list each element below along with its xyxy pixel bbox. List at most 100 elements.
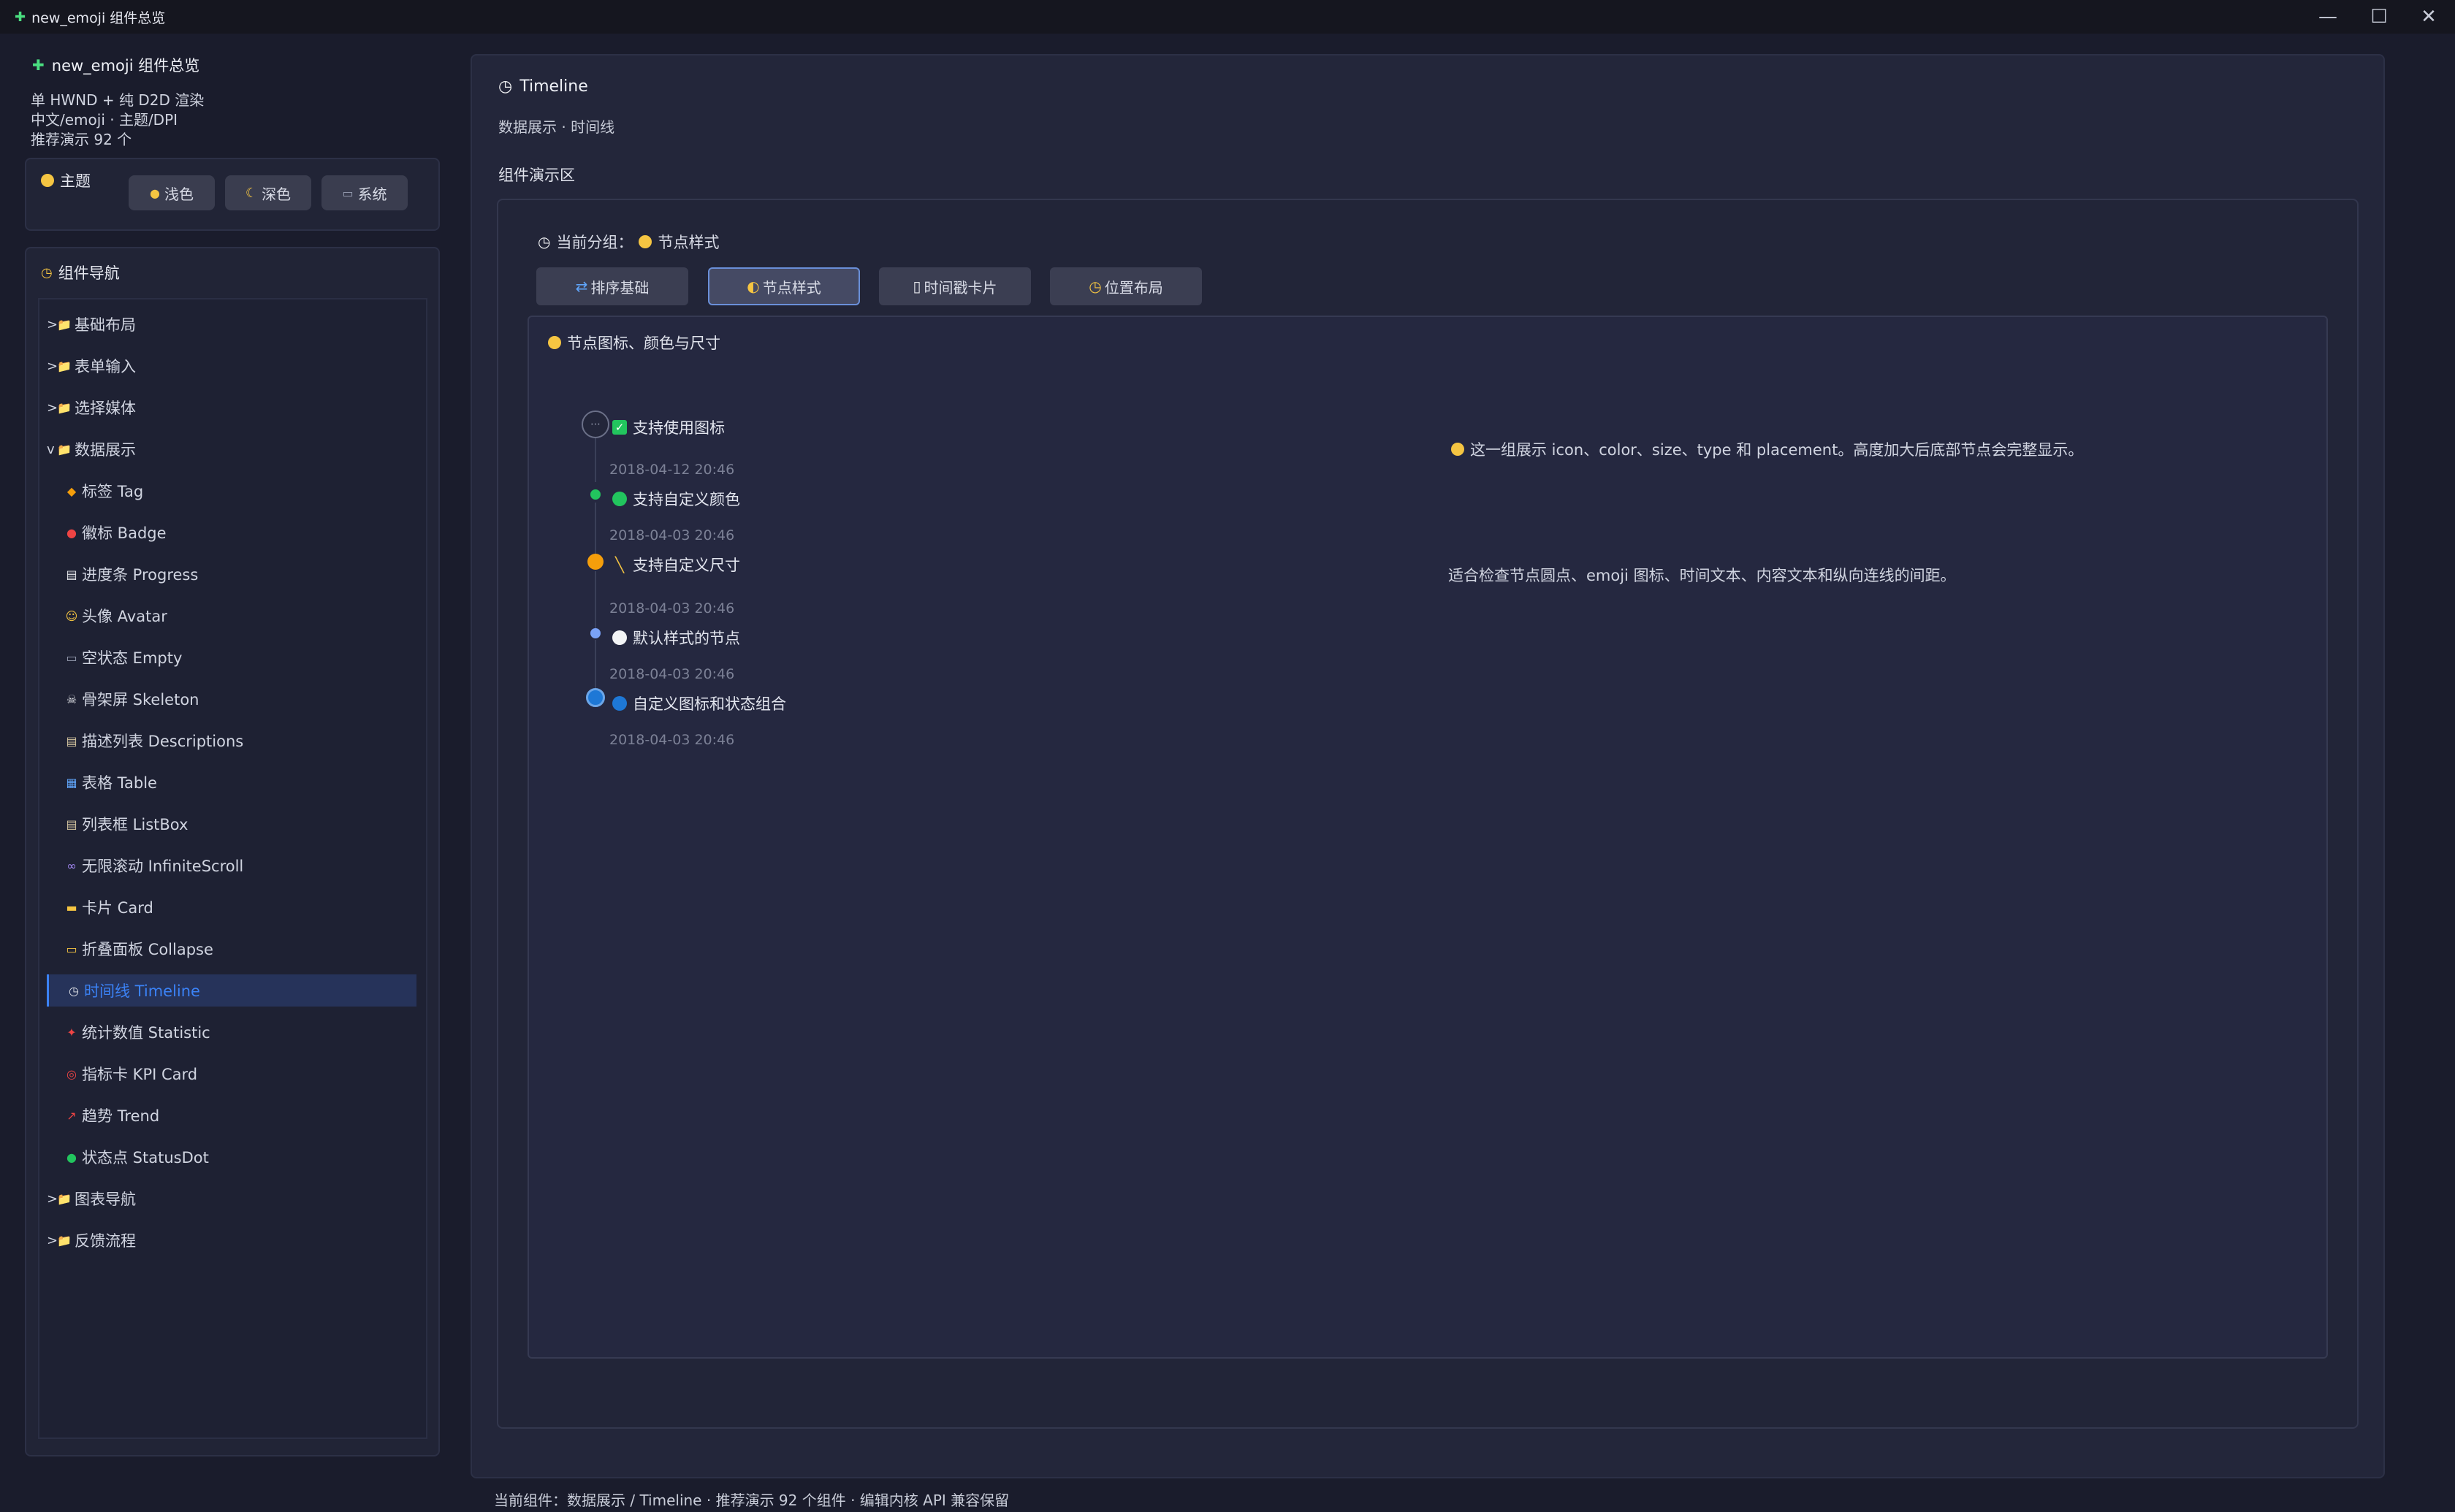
timeline-item: ╲ 支持自定义尺寸: [612, 554, 740, 576]
credit-card-icon: ▬: [66, 900, 77, 915]
white-circle-icon: [612, 630, 627, 645]
nav-group-chart-nav[interactable]: > 📁 图表导航: [47, 1183, 416, 1215]
timeline-item-time: 2018-04-12 20:46: [609, 462, 735, 478]
nav-item-label: 指标卡 KPI Card: [82, 1066, 198, 1083]
nav-item-label: 图表导航: [75, 1191, 136, 1208]
card-title: 节点图标、颜色与尺寸: [548, 332, 720, 354]
nav-item-label: 基础布局: [75, 316, 136, 334]
folder-icon: 📁: [57, 359, 72, 373]
page-title-text: Timeline: [519, 77, 588, 96]
maximize-button[interactable]: ☐: [2357, 3, 2401, 31]
nav-item-skeleton[interactable]: ☠ 骨架屏 Skeleton: [47, 683, 416, 715]
shuffle-icon: ⇄: [575, 278, 588, 295]
minimize-button[interactable]: —: [2306, 3, 2350, 31]
nav-item-infinitescroll[interactable]: ∞ 无限滚动 InfiniteScroll: [47, 849, 416, 882]
nav-item-table[interactable]: ▦ 表格 Table: [47, 766, 416, 798]
nav-group-data-display[interactable]: v 📁 数据展示: [47, 433, 416, 465]
tab-node-style[interactable]: ◐ 节点样式: [708, 267, 860, 305]
nav-group-form-input[interactable]: > 📁 表单输入: [47, 350, 416, 382]
theme-system-button[interactable]: ▭ 系统: [321, 175, 408, 210]
nav-item-empty[interactable]: ▭ 空状态 Empty: [47, 641, 416, 673]
folder-icon: 📁: [57, 1233, 72, 1248]
nav-item-statistic[interactable]: ✦ 统计数值 Statistic: [47, 1016, 416, 1048]
timeline-item-time: 2018-04-03 20:46: [609, 732, 735, 748]
close-button[interactable]: ✕: [2407, 3, 2451, 31]
tab-label: 节点样式: [762, 278, 821, 297]
timeline-card: [528, 316, 2328, 1359]
app-header-text: new_emoji 组件总览: [51, 57, 200, 75]
tab-sort-basic[interactable]: ⇄ 排序基础: [536, 267, 688, 305]
nav-item-trend[interactable]: ↗ 趋势 Trend: [47, 1099, 416, 1131]
folder-icon: 📁: [57, 400, 72, 415]
theme-dark-button[interactable]: ☾ 深色: [225, 175, 311, 210]
ruler-icon: ╲: [614, 556, 625, 573]
mailbox-icon: ▭: [66, 650, 77, 665]
chevron-right-icon: >: [47, 1191, 58, 1207]
demo-area-label: 组件演示区: [498, 167, 575, 184]
green-circle-icon: ●: [66, 1150, 77, 1164]
monitor-icon: ▭: [342, 186, 354, 200]
note-text: 这一组展示 icon、color、size、type 和 placement。高…: [1451, 438, 2083, 460]
current-group: ◷ 当前分组： 节点样式: [538, 231, 719, 253]
page-title: ◷ Timeline: [498, 77, 588, 96]
app-info-line: 中文/emoji · 主题/DPI: [31, 111, 178, 129]
nav-item-label: 无限滚动 InfiniteScroll: [82, 858, 244, 875]
timeline-node-icon: ⋯: [582, 411, 609, 438]
nav-item-kpi-card[interactable]: ◎ 指标卡 KPI Card: [47, 1058, 416, 1090]
nav-item-label: 头像 Avatar: [82, 608, 167, 625]
theme-title-text: 主题: [60, 172, 91, 190]
chevron-right-icon: >: [47, 358, 58, 374]
clipboard-icon: ▤: [66, 733, 77, 748]
nav-item-collapse[interactable]: ▭ 折叠面板 Collapse: [47, 933, 416, 965]
nav-item-progress[interactable]: ▤ 进度条 Progress: [47, 558, 416, 590]
app-info-line: 单 HWND + 纯 D2D 渲染: [31, 91, 205, 109]
chevron-right-icon: >: [47, 1232, 58, 1248]
clock-icon: ◷: [69, 983, 79, 998]
nav-item-tag[interactable]: ◆ 标签 Tag: [47, 475, 416, 507]
timeline-connector: [595, 640, 596, 695]
nav-item-listbox[interactable]: ▤ 列表框 ListBox: [47, 808, 416, 840]
page-subtitle: 数据展示 · 时间线: [498, 118, 615, 136]
note-text: 适合检查节点圆点、emoji 图标、时间文本、内容文本和纵向连线的间距。: [1448, 564, 1956, 586]
theme-light-button[interactable]: ● 浅色: [129, 175, 215, 210]
status-bar: 当前组件：数据展示 / Timeline · 推荐演示 92 个组件 · 编辑内…: [494, 1492, 1010, 1509]
tab-position-layout[interactable]: ◷ 位置布局: [1050, 267, 1202, 305]
nav-item-label: 标签 Tag: [82, 483, 144, 500]
timeline-item-time: 2018-04-03 20:46: [609, 527, 735, 543]
app-logo-icon: ✚: [32, 56, 45, 74]
nav-item-badge[interactable]: ● 徽标 Badge: [47, 516, 416, 549]
nav-title-text: 组件导航: [58, 264, 120, 282]
nav-group-select-media[interactable]: > 📁 选择媒体: [47, 392, 416, 424]
nav-item-statusdot[interactable]: ● 状态点 StatusDot: [47, 1141, 416, 1173]
nav-item-label: 表单输入: [75, 358, 136, 375]
card-icon: ▯: [913, 278, 921, 295]
nav-item-descriptions[interactable]: ▤ 描述列表 Descriptions: [47, 725, 416, 757]
timeline-item-content: 支持使用图标: [633, 419, 725, 437]
nav-group-feedback-flow[interactable]: > 📁 反馈流程: [47, 1224, 416, 1256]
pin-icon: ✦: [66, 1025, 77, 1039]
nav-item-label: 描述列表 Descriptions: [82, 733, 244, 750]
nav-item-avatar[interactable]: ☺ 头像 Avatar: [47, 600, 416, 632]
chevron-right-icon: >: [47, 400, 58, 416]
note-text-content: 这一组展示 icon、color、size、type 和 placement。高…: [1470, 441, 2084, 459]
palette-icon: ◐: [747, 278, 760, 295]
timeline-connector: [595, 438, 596, 482]
timeline-item: 自定义图标和状态组合: [612, 692, 786, 714]
tab-timestamp-card[interactable]: ▯ 时间戳卡片: [879, 267, 1031, 305]
theme-title: 主题: [41, 169, 91, 191]
nav-item-card[interactable]: ▬ 卡片 Card: [47, 891, 416, 923]
clock-icon: ◷: [538, 233, 551, 251]
chevron-down-icon: v: [47, 441, 55, 457]
nav-item-timeline[interactable]: ◷ 时间线 Timeline: [47, 974, 416, 1007]
nav-item-label: 空状态 Empty: [82, 649, 183, 667]
tab-label: 时间戳卡片: [924, 278, 997, 297]
nav-group-basic-layout[interactable]: > 📁 基础布局: [47, 308, 416, 340]
clock-icon: ◷: [498, 77, 513, 96]
palette-icon: [639, 235, 652, 248]
theme-system-label: 系统: [357, 185, 387, 203]
tag-icon: ◆: [66, 484, 77, 498]
theme-light-label: 浅色: [164, 185, 194, 203]
clock-icon: ◷: [1089, 278, 1102, 295]
timeline-item-content: 支持自定义颜色: [633, 491, 740, 508]
folder-open-icon: 📁: [57, 442, 72, 457]
